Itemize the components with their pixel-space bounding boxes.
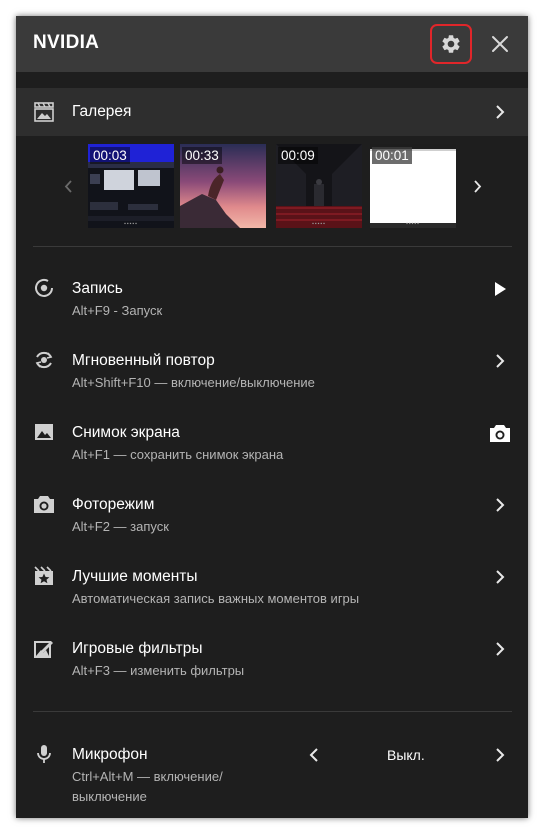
record-hint: Alt+F9 - Запуск: [72, 303, 163, 318]
screenshot-hint: Alt+F1 — сохранить снимок экрана: [72, 447, 284, 462]
chevron-right-icon[interactable]: [491, 496, 509, 514]
instant-replay-label: Мгновенный повтор: [72, 352, 215, 369]
microphone-prev-button[interactable]: [305, 746, 323, 764]
thumbnail-dots: ▪▪▪▪▪: [312, 221, 326, 227]
microphone-item: Микрофон Ctrl+Alt+M — включение/ выключе…: [16, 738, 528, 810]
microphone-value: Выкл.: [387, 747, 425, 763]
chevron-left-icon: [64, 179, 72, 193]
instant-replay-icon: [32, 348, 56, 372]
gallery-row[interactable]: Галерея: [16, 88, 528, 136]
gallery-icon: [32, 100, 56, 124]
highlights-icon: [32, 564, 56, 588]
screenshot-item[interactable]: Снимок экрана Alt+F1 — сохранить снимок …: [16, 416, 528, 480]
play-icon[interactable]: [491, 280, 509, 298]
chevron-left-icon: [309, 748, 318, 762]
thumbnail-duration: 00:09: [278, 147, 318, 164]
camera-icon[interactable]: [488, 422, 512, 444]
close-icon: [492, 36, 508, 52]
instant-replay-hint: Alt+Shift+F10 — включение/выключение: [72, 375, 315, 390]
chevron-right-icon[interactable]: [491, 568, 509, 586]
thumbnail-dots: ▪▪▪▪▪: [406, 221, 420, 227]
photo-mode-label: Фоторежим: [72, 496, 155, 513]
highlights-label: Лучшие моменты: [72, 568, 198, 585]
title-bar: NVIDIA: [16, 16, 528, 72]
record-icon: [32, 276, 56, 300]
screenshot-label: Снимок экрана: [72, 424, 180, 441]
instant-replay-item[interactable]: Мгновенный повтор Alt+Shift+F10 — включе…: [16, 344, 528, 408]
record-label: Запись: [72, 280, 123, 297]
gallery-thumbnail[interactable]: 00:09 ▪▪▪▪▪: [276, 144, 362, 228]
microphone-label: Микрофон: [72, 746, 148, 763]
chevron-right-icon[interactable]: [491, 103, 509, 121]
photo-mode-item[interactable]: Фоторежим Alt+F2 — запуск: [16, 488, 528, 552]
share-overlay-panel: NVIDIA Галерея 00:03 ▪▪▪▪▪ 00:33 00:09 ▪…: [16, 16, 528, 818]
highlights-hint: Автоматическая запись важных моментов иг…: [72, 591, 360, 606]
divider: [33, 246, 512, 247]
carousel-prev-button[interactable]: [59, 177, 77, 195]
image-icon: [32, 420, 56, 444]
carousel-next-button[interactable]: [468, 177, 486, 195]
gallery-thumbnail[interactable]: 00:33: [180, 144, 266, 228]
gallery-thumbnail[interactable]: 00:01 ▪▪▪▪▪: [370, 144, 456, 228]
chevron-right-icon: [496, 748, 505, 762]
game-filters-item[interactable]: Игровые фильтры Alt+F3 — изменить фильтр…: [16, 632, 528, 696]
microphone-next-button[interactable]: [491, 746, 509, 764]
record-item[interactable]: Запись Alt+F9 - Запуск: [16, 272, 528, 336]
microphone-hint-line1: Ctrl+Alt+M — включение/: [72, 769, 223, 784]
thumbnail-dots: ▪▪▪▪▪: [124, 221, 138, 227]
chevron-right-icon[interactable]: [491, 352, 509, 370]
game-filters-hint: Alt+F3 — изменить фильтры: [72, 663, 245, 678]
chevron-right-icon[interactable]: [491, 640, 509, 658]
thumbnail-duration: 00:03: [90, 147, 130, 164]
gallery-label: Галерея: [72, 103, 132, 120]
app-title: NVIDIA: [33, 32, 100, 53]
microphone-icon: [32, 742, 56, 766]
thumbnail-duration: 00:33: [182, 147, 222, 164]
divider: [33, 711, 512, 712]
camera-icon: [32, 492, 56, 516]
thumbnail-duration: 00:01: [372, 147, 412, 164]
gallery-thumbnail[interactable]: 00:03 ▪▪▪▪▪: [88, 144, 174, 228]
filters-icon: [32, 636, 56, 660]
gear-icon: [442, 35, 460, 53]
chevron-right-icon: [473, 179, 481, 193]
settings-button[interactable]: [430, 24, 472, 64]
microphone-hint-line2: выключение: [72, 789, 147, 804]
close-button[interactable]: [486, 30, 514, 58]
photo-mode-hint: Alt+F2 — запуск: [72, 519, 169, 534]
highlights-item[interactable]: Лучшие моменты Автоматическая запись важ…: [16, 560, 528, 624]
game-filters-label: Игровые фильтры: [72, 640, 203, 657]
